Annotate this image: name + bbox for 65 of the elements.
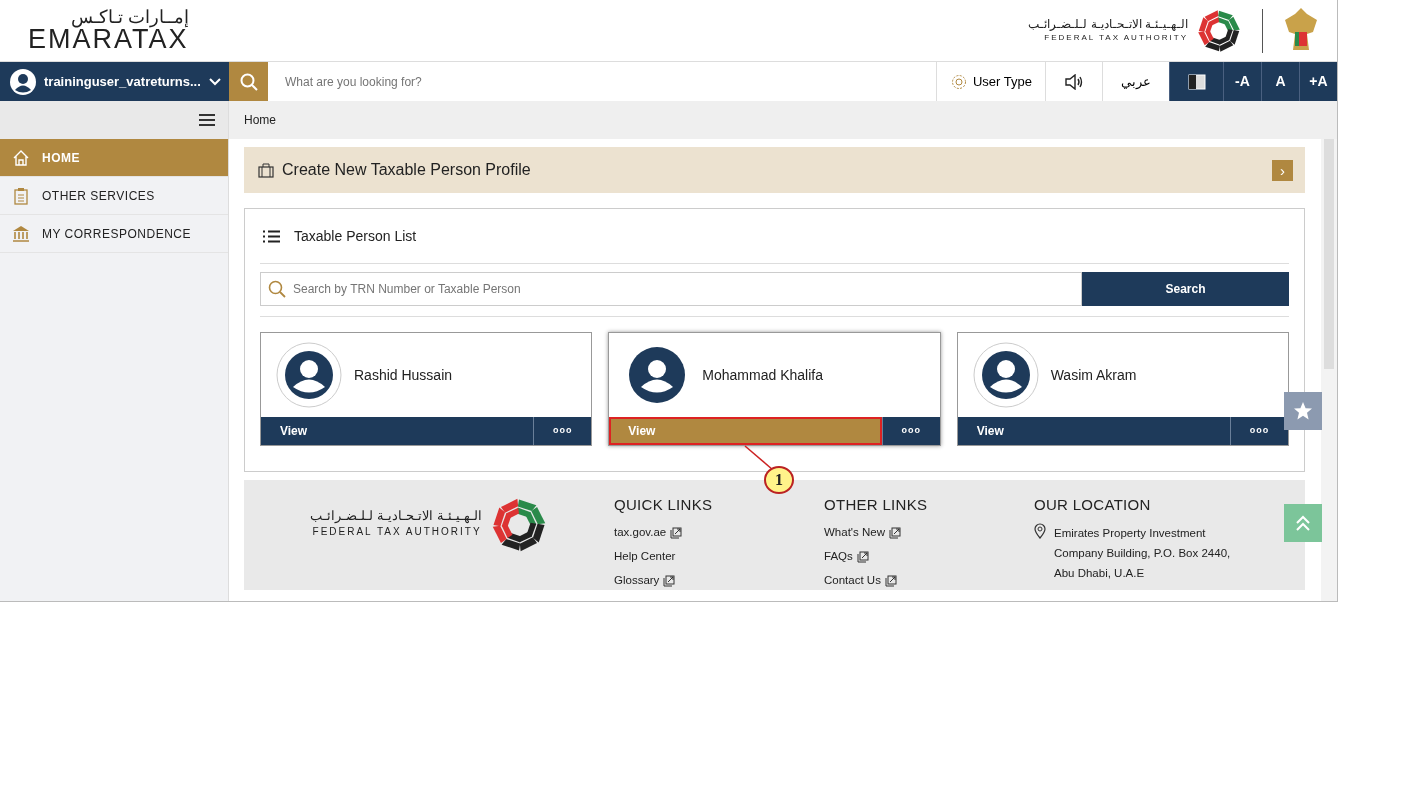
footer-heading: OUR LOCATION [1034,495,1152,515]
more-button[interactable]: ooo [533,417,592,445]
external-link-icon [889,526,901,539]
view-button[interactable]: View [261,417,534,445]
font-size-button[interactable]: -A [1223,62,1261,101]
scroll-top-button[interactable] [1284,504,1322,542]
scrollbar[interactable] [1321,139,1337,601]
chevron-down-icon [209,77,221,86]
user-avatar-icon [10,68,36,95]
breadcrumb-item[interactable]: Home [244,111,276,129]
authority-name: FEDERAL TAX AUTHORITY [1043,31,1188,44]
star-icon [1293,401,1313,421]
search-icon [239,72,258,91]
avatar-icon [276,342,342,408]
person-name: Mohammad Khalifa [702,365,823,385]
menu-icon[interactable] [199,113,215,127]
callout-number: 1 [764,466,794,494]
create-profile-banner[interactable]: Create New Taxable Person Profile › [244,147,1305,193]
logo-arabic-text: إمــارات تـاكـس [70,8,189,26]
search-button[interactable]: Search [1082,272,1289,306]
panel-title: Taxable Person List [294,226,417,246]
footer-link[interactable]: What's New [824,520,1034,545]
authority-name: FEDERAL TAX AUTHORITY [311,524,482,539]
font-size-button[interactable]: +A [1299,62,1337,101]
footer-heading: OTHER LINKS [824,495,929,515]
search-button[interactable] [229,62,268,101]
address-text: Emirates Property Investment Company Building, P.O. Box 2440, Abu Dhabi, U.A.E [1054,525,1232,581]
footer-link[interactable]: FAQs [824,544,1034,569]
external-link-icon [670,526,683,539]
footer-heading: QUICK LINKS [614,495,714,515]
clipboard-icon [12,186,30,205]
list-icon [263,229,280,243]
home-icon [12,148,30,167]
briefcase-icon [258,162,274,178]
logo-text: EMARATAX [28,26,189,53]
footer-link[interactable]: Help Center [614,544,824,569]
favorite-button[interactable] [1284,392,1322,430]
user-menu[interactable]: traininguser_vatreturns... [0,62,229,101]
external-link-icon [884,574,897,587]
leader-line [744,445,774,471]
person-search-field[interactable]: Search by TRN Number or Taxable Person [260,272,1082,306]
authority-arabic-text: الـهـيـئـة الاتـحـاديـة لـلـضـرائـب [310,508,482,524]
authority-logo-icon [1196,7,1242,54]
avatar-icon [972,342,1039,408]
authority-arabic-text: الـهـيـئـة الاتـحـاديـة لـلـضـرائـب [1028,17,1188,32]
font-size-button[interactable]: A [1261,62,1299,101]
footer-link[interactable]: tax.gov.ae [614,520,824,545]
footer-link[interactable]: Glossary [614,568,824,593]
more-button[interactable]: ooo [881,417,940,445]
view-button[interactable]: View [957,417,1230,445]
person-name: Wasim Akram [1050,365,1137,385]
bank-icon [12,224,30,243]
double-chevron-up-icon [1295,515,1311,531]
sidebar-item[interactable]: MY CORRESPONDENCE [0,215,228,253]
location-pin-icon [1034,522,1046,539]
person-name: Rashid Hussain [354,365,453,385]
gear-icon [951,73,967,90]
contrast-button[interactable] [1169,62,1223,101]
external-link-icon [663,574,676,587]
external-link-icon [856,550,869,563]
speaker-icon [1064,73,1084,90]
contrast-icon [1187,74,1206,91]
footer-link[interactable]: Contact Us [824,568,1034,593]
sidebar-item[interactable]: OTHER SERVICES [0,177,228,215]
more-button[interactable]: ooo [1230,417,1288,445]
